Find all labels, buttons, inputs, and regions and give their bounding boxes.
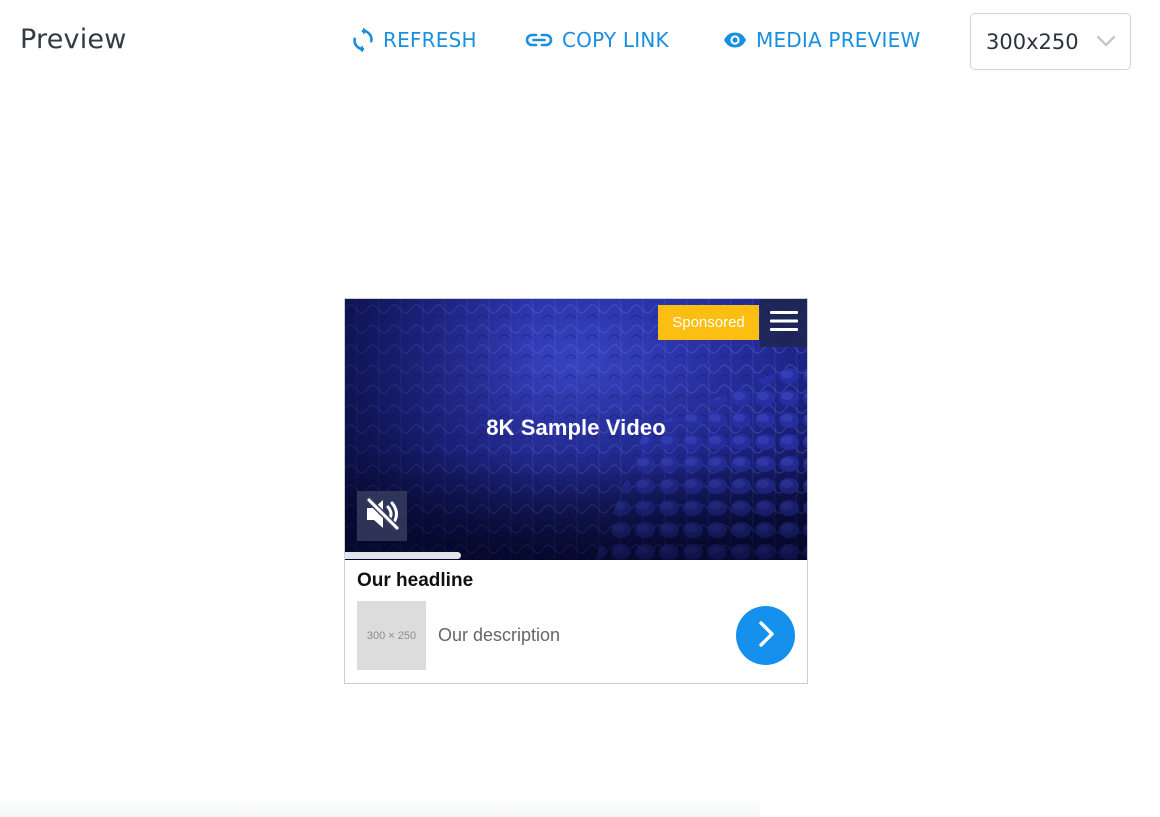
copy-link-button[interactable]: COPY LINK — [525, 28, 669, 52]
refresh-icon — [352, 28, 374, 52]
ad-thumbnail: 300 × 250 — [357, 601, 426, 670]
chevron-down-icon — [1096, 32, 1116, 51]
preview-page: Preview REFRESH COPY LINK MEDIA PREVIEW … — [0, 0, 1160, 817]
video-progress-bar[interactable] — [345, 552, 461, 559]
ad-headline: Our headline — [357, 570, 474, 591]
media-preview-label: MEDIA PREVIEW — [756, 28, 921, 52]
page-title: Preview — [20, 24, 127, 55]
refresh-button[interactable]: REFRESH — [352, 28, 477, 52]
video-player[interactable]: 8K Sample Video Sponsored — [345, 299, 807, 560]
size-select[interactable]: 300x250 — [970, 13, 1131, 70]
size-select-value: 300x250 — [986, 29, 1079, 54]
sponsored-badge: Sponsored — [658, 305, 759, 340]
volume-muted-icon — [363, 495, 401, 537]
refresh-label: REFRESH — [383, 28, 477, 52]
bottom-shadow — [0, 797, 760, 817]
chevron-right-icon — [755, 620, 777, 652]
ad-preview-frame: 8K Sample Video Sponsored Our headline 3… — [344, 298, 808, 684]
mute-button[interactable] — [357, 491, 407, 541]
cta-button[interactable] — [736, 606, 795, 665]
media-preview-button[interactable]: MEDIA PREVIEW — [723, 28, 920, 52]
eye-icon — [723, 31, 747, 49]
link-icon — [525, 31, 553, 49]
hamburger-menu-icon — [770, 310, 798, 336]
ad-description: Our description — [438, 625, 561, 645]
copy-link-label: COPY LINK — [562, 28, 669, 52]
ad-thumbnail-label: 300 × 250 — [366, 629, 417, 642]
video-title: 8K Sample Video — [486, 415, 666, 440]
menu-button[interactable] — [760, 299, 807, 347]
